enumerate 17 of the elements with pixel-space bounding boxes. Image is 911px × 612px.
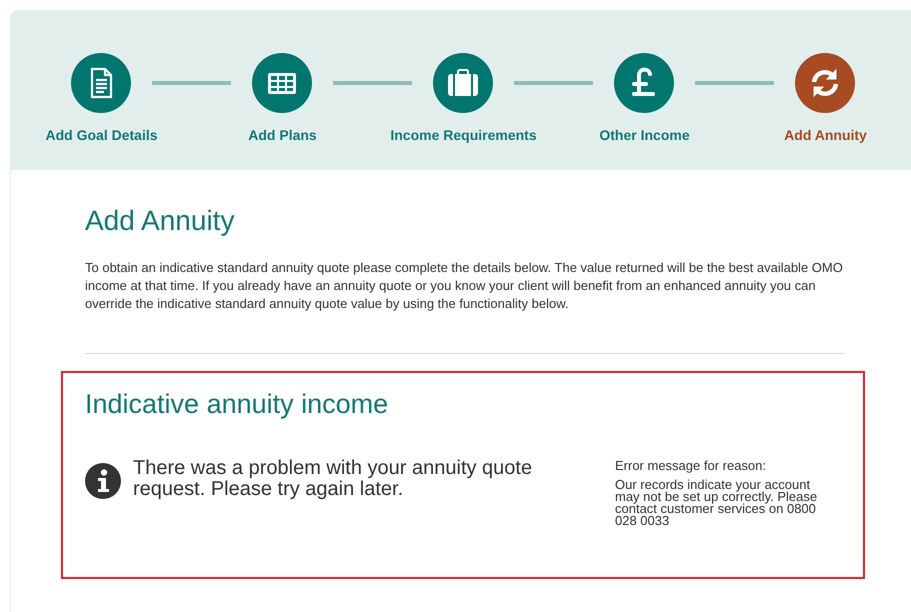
pound-icon[interactable] (614, 53, 674, 113)
step-link[interactable]: Add Annuity (735, 127, 911, 143)
reason-label: Error message for reason: (615, 458, 768, 473)
error-message: There was a problem with your annuity quote request. Please try again later. (133, 458, 534, 500)
panel-title: Indicative annuity income (85, 389, 390, 420)
document-icon[interactable] (71, 53, 131, 113)
page-title: Add Annuity (85, 205, 236, 237)
refresh-icon[interactable] (795, 53, 855, 113)
step-link[interactable]: Other Income (554, 127, 735, 143)
step-link[interactable]: Income Requirements (373, 127, 554, 143)
step-link[interactable]: Add Plans (192, 127, 373, 143)
briefcase-icon[interactable] (433, 53, 493, 113)
intro-paragraph: To obtain an indicative standard annuity quote please complete the details below. The value returned will be the best available OMO income at that time. If you already have an annuity quote or you know your client will benefit from an enhanced annuity you can override the indicative standard annuity quote value by using the functionality below. (85, 259, 844, 313)
table-icon[interactable] (252, 53, 312, 113)
step-link[interactable]: Add Goal Details (11, 127, 192, 143)
info-icon (85, 463, 121, 499)
reason-text: Our records indicate your account may not be set up correctly. Please contact customer services on 0800 028 0033 (615, 479, 818, 527)
